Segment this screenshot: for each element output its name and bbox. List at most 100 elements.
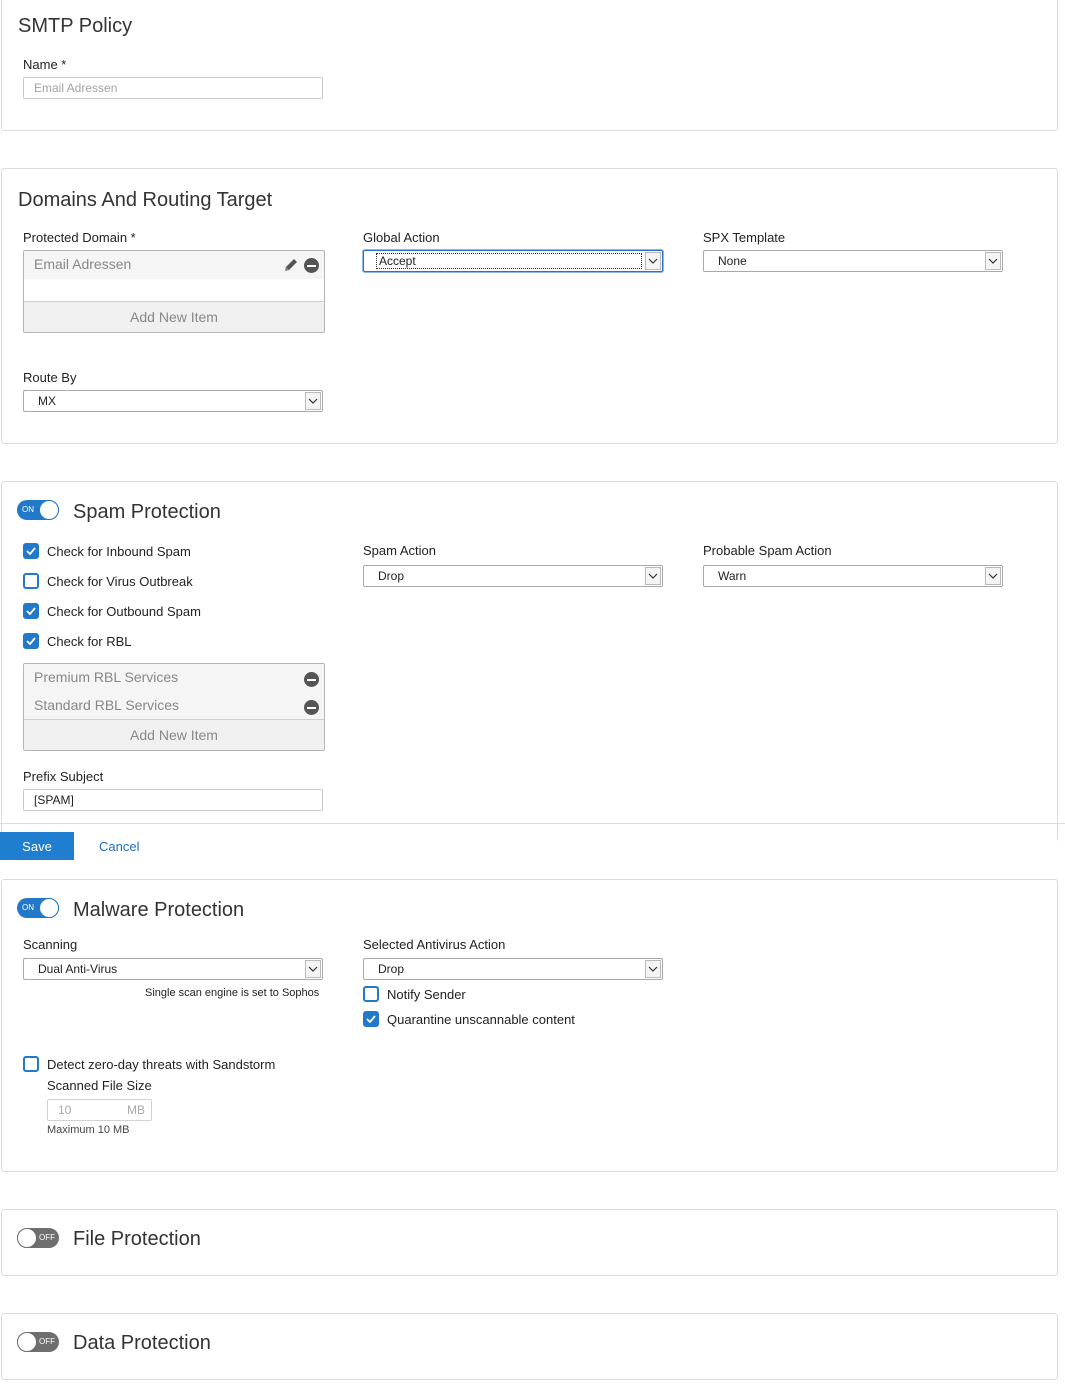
probable-spam-action-value: Warn <box>718 569 747 583</box>
toggle-knob <box>17 1228 37 1248</box>
remove-icon[interactable] <box>304 258 319 273</box>
rbl-item: Premium RBL Services <box>34 669 179 685</box>
spam-action-select[interactable]: Drop <box>363 565 663 587</box>
probable-spam-action-select[interactable]: Warn <box>703 565 1003 587</box>
checkbox-label: Check for RBL <box>47 633 132 649</box>
protected-domain-list: Email Adressen Add New Item <box>23 250 325 333</box>
checkbox-label: Check for Virus Outbreak <box>47 573 193 589</box>
antivirus-action-value: Drop <box>378 962 405 976</box>
save-button[interactable]: Save <box>0 832 74 860</box>
scan-engine-note: Single scan engine is set to Sophos <box>145 987 320 999</box>
list-item[interactable]: Standard RBL Services <box>24 692 324 720</box>
spam-action-value: Drop <box>378 569 405 583</box>
checkbox[interactable] <box>23 603 39 619</box>
toggle-knob <box>39 500 59 520</box>
toggle-knob <box>17 1332 37 1352</box>
checkbox-label: Check for Outbound Spam <box>47 603 201 619</box>
spx-template-label: SPX Template <box>703 230 786 245</box>
checkbox[interactable] <box>23 633 39 649</box>
prefix-subject-label: Prefix Subject <box>23 769 104 784</box>
global-action-select[interactable]: Accept <box>363 250 663 272</box>
check-inbound-spam[interactable]: Check for Inbound Spam <box>23 543 191 559</box>
global-action-label: Global Action <box>363 230 440 245</box>
add-new-item-button[interactable]: Add New Item <box>24 301 324 332</box>
checkbox-label: Check for Inbound Spam <box>47 543 191 559</box>
scanning-select[interactable]: Dual Anti-Virus <box>23 958 323 980</box>
remove-icon[interactable] <box>304 700 319 715</box>
cancel-button[interactable]: Cancel <box>99 839 139 854</box>
protected-domain-label: Protected Domain * <box>23 230 136 245</box>
checkbox[interactable] <box>23 1056 39 1072</box>
chevron-down-icon <box>645 567 661 585</box>
domains-routing-title: Domains And Routing Target <box>18 189 273 211</box>
data-protection-panel: OFF Data Protection <box>1 1313 1058 1380</box>
file-protection-panel: OFF File Protection <box>1 1209 1058 1276</box>
chevron-down-icon <box>305 392 321 410</box>
sandstorm-checkbox[interactable]: Detect zero-day threats with Sandstorm <box>23 1056 275 1072</box>
checkbox-label: Detect zero-day threats with Sandstorm <box>47 1056 276 1072</box>
checkbox-label: Notify Sender <box>387 986 466 1002</box>
spam-protection-panel: ON Spam Protection Check for Inbound Spa… <box>1 481 1058 841</box>
file-size-value: 10 <box>58 1103 72 1117</box>
spam-protection-title: Spam Protection <box>73 501 221 523</box>
quarantine-unscannable-checkbox[interactable]: Quarantine unscannable content <box>363 1011 575 1027</box>
domains-routing-panel: Domains And Routing Target Protected Dom… <box>1 168 1058 444</box>
toggle-state-text: OFF <box>39 1337 55 1346</box>
scanning-value: Dual Anti-Virus <box>38 962 118 976</box>
chevron-down-icon <box>645 960 661 978</box>
file-size-unit: MB <box>127 1103 145 1117</box>
antivirus-action-label: Selected Antivirus Action <box>363 937 506 952</box>
spam-action-label: Spam Action <box>363 543 436 558</box>
check-outbound-spam[interactable]: Check for Outbound Spam <box>23 603 201 619</box>
action-bar-divider <box>0 823 1065 824</box>
name-input[interactable] <box>23 77 323 99</box>
checkbox[interactable] <box>363 1011 379 1027</box>
toggle-state-text: ON <box>22 903 34 912</box>
probable-spam-action-label: Probable Spam Action <box>703 543 832 558</box>
chevron-down-icon <box>985 567 1001 585</box>
route-by-select[interactable]: MX <box>23 390 323 412</box>
checkbox[interactable] <box>363 986 379 1002</box>
file-size-maximum-note: Maximum 10 MB <box>47 1124 130 1136</box>
global-action-value: Accept <box>376 253 642 269</box>
check-rbl[interactable]: Check for RBL <box>23 633 132 649</box>
rbl-services-list: Premium RBL Services Standard RBL Servic… <box>23 663 325 751</box>
toggle-knob <box>39 898 59 918</box>
checkbox-label: Quarantine unscannable content <box>387 1011 575 1027</box>
add-new-item-button[interactable]: Add New Item <box>24 719 324 750</box>
chevron-down-icon <box>985 252 1001 270</box>
list-item[interactable]: Email Adressen <box>24 251 324 279</box>
prefix-subject-input[interactable] <box>23 789 323 811</box>
scanned-file-size-input[interactable]: 10 MB <box>47 1099 152 1121</box>
list-item[interactable]: Premium RBL Services <box>24 664 324 692</box>
smtp-policy-title: SMTP Policy <box>18 15 133 37</box>
data-protection-toggle[interactable]: OFF <box>17 1332 59 1352</box>
file-protection-title: File Protection <box>73 1228 201 1250</box>
file-protection-toggle[interactable]: OFF <box>17 1228 59 1248</box>
scanning-label: Scanning <box>23 937 78 952</box>
remove-icon[interactable] <box>304 672 319 687</box>
malware-protection-toggle[interactable]: ON <box>17 898 59 918</box>
toggle-state-text: ON <box>22 505 34 514</box>
toggle-state-text: OFF <box>39 1233 55 1242</box>
notify-sender-checkbox[interactable]: Notify Sender <box>363 986 466 1002</box>
chevron-down-icon <box>305 960 321 978</box>
data-protection-title: Data Protection <box>73 1332 211 1354</box>
checkbox[interactable] <box>23 543 39 559</box>
check-virus-outbreak[interactable]: Check for Virus Outbreak <box>23 573 193 589</box>
antivirus-action-select[interactable]: Drop <box>363 958 663 980</box>
malware-protection-title: Malware Protection <box>73 899 245 921</box>
scanned-file-size-label: Scanned File Size <box>47 1078 152 1093</box>
rbl-item: Standard RBL Services <box>34 697 179 713</box>
chevron-down-icon <box>645 252 661 270</box>
spx-template-value: None <box>718 254 747 268</box>
protected-domain-item: Email Adressen <box>34 256 132 272</box>
checkbox[interactable] <box>23 573 39 589</box>
route-by-label: Route By <box>23 370 77 385</box>
name-label: Name * <box>23 57 67 72</box>
spx-template-select[interactable]: None <box>703 250 1003 272</box>
malware-protection-panel: ON Malware Protection Scanning Dual Anti… <box>1 879 1058 1172</box>
spam-protection-toggle[interactable]: ON <box>17 500 59 520</box>
smtp-policy-panel: SMTP Policy Name * <box>1 0 1058 131</box>
pencil-icon[interactable] <box>283 257 299 276</box>
